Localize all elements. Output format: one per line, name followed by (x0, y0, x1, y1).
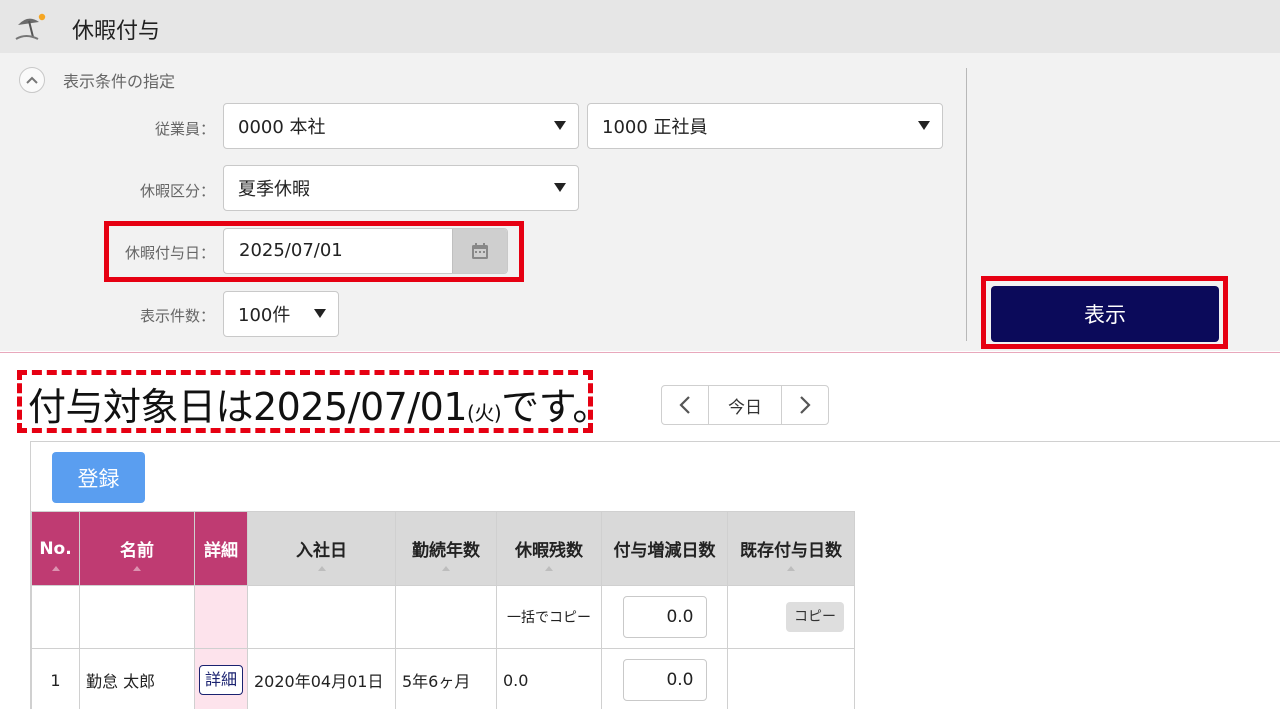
next-day-button[interactable] (782, 386, 828, 424)
row-years: 5年6ヶ月 (395, 648, 497, 709)
dropdown-caret-icon (554, 183, 566, 192)
row-grant-delta-input[interactable]: 0.0 (622, 659, 707, 701)
page-title: 休暇付与 (72, 19, 161, 44)
leave-type-select[interactable]: 夏季休暇 (223, 165, 579, 211)
register-button[interactable]: 登録 (52, 452, 145, 503)
employee-org-select[interactable]: 0000 本社 (223, 103, 579, 149)
col-header-grant-delta: 付与増減日数 (601, 511, 728, 586)
dropdown-caret-icon (314, 309, 326, 318)
collapse-button[interactable] (19, 67, 45, 93)
row-existing (727, 648, 855, 709)
col-header-hire-date[interactable]: 入社日 (247, 511, 396, 586)
sort-icon (51, 566, 60, 571)
dropdown-caret-icon (918, 121, 930, 130)
table-header-row: No. 名前 詳細 入社日 勤続年数 休暇残数 付与増減日数 既存付与日数 (31, 511, 855, 586)
display-count-value: 100件 (238, 305, 291, 326)
col-header-no[interactable]: No. (31, 511, 80, 586)
chevron-up-icon (26, 76, 38, 84)
bulk-grant-delta-input[interactable]: 0.0 (622, 596, 707, 638)
employee-type-select[interactable]: 1000 正社員 (587, 103, 943, 149)
sort-icon (317, 566, 326, 571)
beach-umbrella-icon (15, 13, 46, 40)
col-header-remaining[interactable]: 休暇残数 (496, 511, 602, 586)
bulk-copy-label: 一括でコピー (496, 585, 602, 649)
sort-icon (442, 566, 450, 571)
leave-type-value: 夏季休暇 (238, 179, 310, 200)
col-header-years[interactable]: 勤続年数 (395, 511, 497, 586)
row-no: 1 (31, 648, 80, 709)
bulk-copy-row: 一括でコピー 0.0 コピー (31, 585, 855, 649)
row-name: 勤怠 太郎 (79, 648, 195, 709)
leave-type-label: 休暇区分： (139, 182, 215, 200)
date-navigation: 今日 (661, 385, 829, 425)
sort-icon (545, 566, 553, 571)
chevron-right-icon (800, 396, 811, 414)
chevron-left-icon (679, 396, 690, 414)
employee-org-value: 0000 本社 (238, 117, 326, 138)
today-button[interactable]: 今日 (708, 386, 782, 424)
display-count-label: 表示件数： (139, 307, 215, 325)
table-row: 1 勤怠 太郎 詳細 2020年04月01日 5年6ヶ月 0.0 0.0 (31, 648, 855, 709)
copy-button[interactable]: コピー (786, 602, 844, 632)
row-remaining: 0.0 (496, 648, 602, 709)
highlight-show-button (981, 276, 1228, 349)
employee-label: 従業員： (154, 120, 215, 138)
sort-icon (787, 566, 795, 571)
prev-day-button[interactable] (662, 386, 708, 424)
dropdown-caret-icon (554, 121, 566, 130)
display-count-select[interactable]: 100件 (223, 291, 339, 337)
col-header-detail: 詳細 (194, 511, 248, 586)
conditions-title: 表示条件の指定 (63, 72, 176, 91)
section-divider (0, 352, 1280, 353)
row-hire-date: 2020年04月01日 (247, 648, 396, 709)
panel-divider (966, 68, 967, 341)
employee-type-value: 1000 正社員 (602, 117, 708, 138)
col-header-name[interactable]: 名前 (79, 511, 195, 586)
col-header-existing[interactable]: 既存付与日数 (727, 511, 855, 586)
highlight-headline (17, 370, 593, 433)
grant-table: No. 名前 詳細 入社日 勤続年数 休暇残数 付与増減日数 既存付与日数 一括… (31, 511, 855, 709)
highlight-grant-date (104, 221, 524, 282)
detail-button[interactable]: 詳細 (198, 665, 243, 695)
sort-icon (133, 566, 141, 571)
title-bar: 休暇付与 (0, 0, 1280, 53)
